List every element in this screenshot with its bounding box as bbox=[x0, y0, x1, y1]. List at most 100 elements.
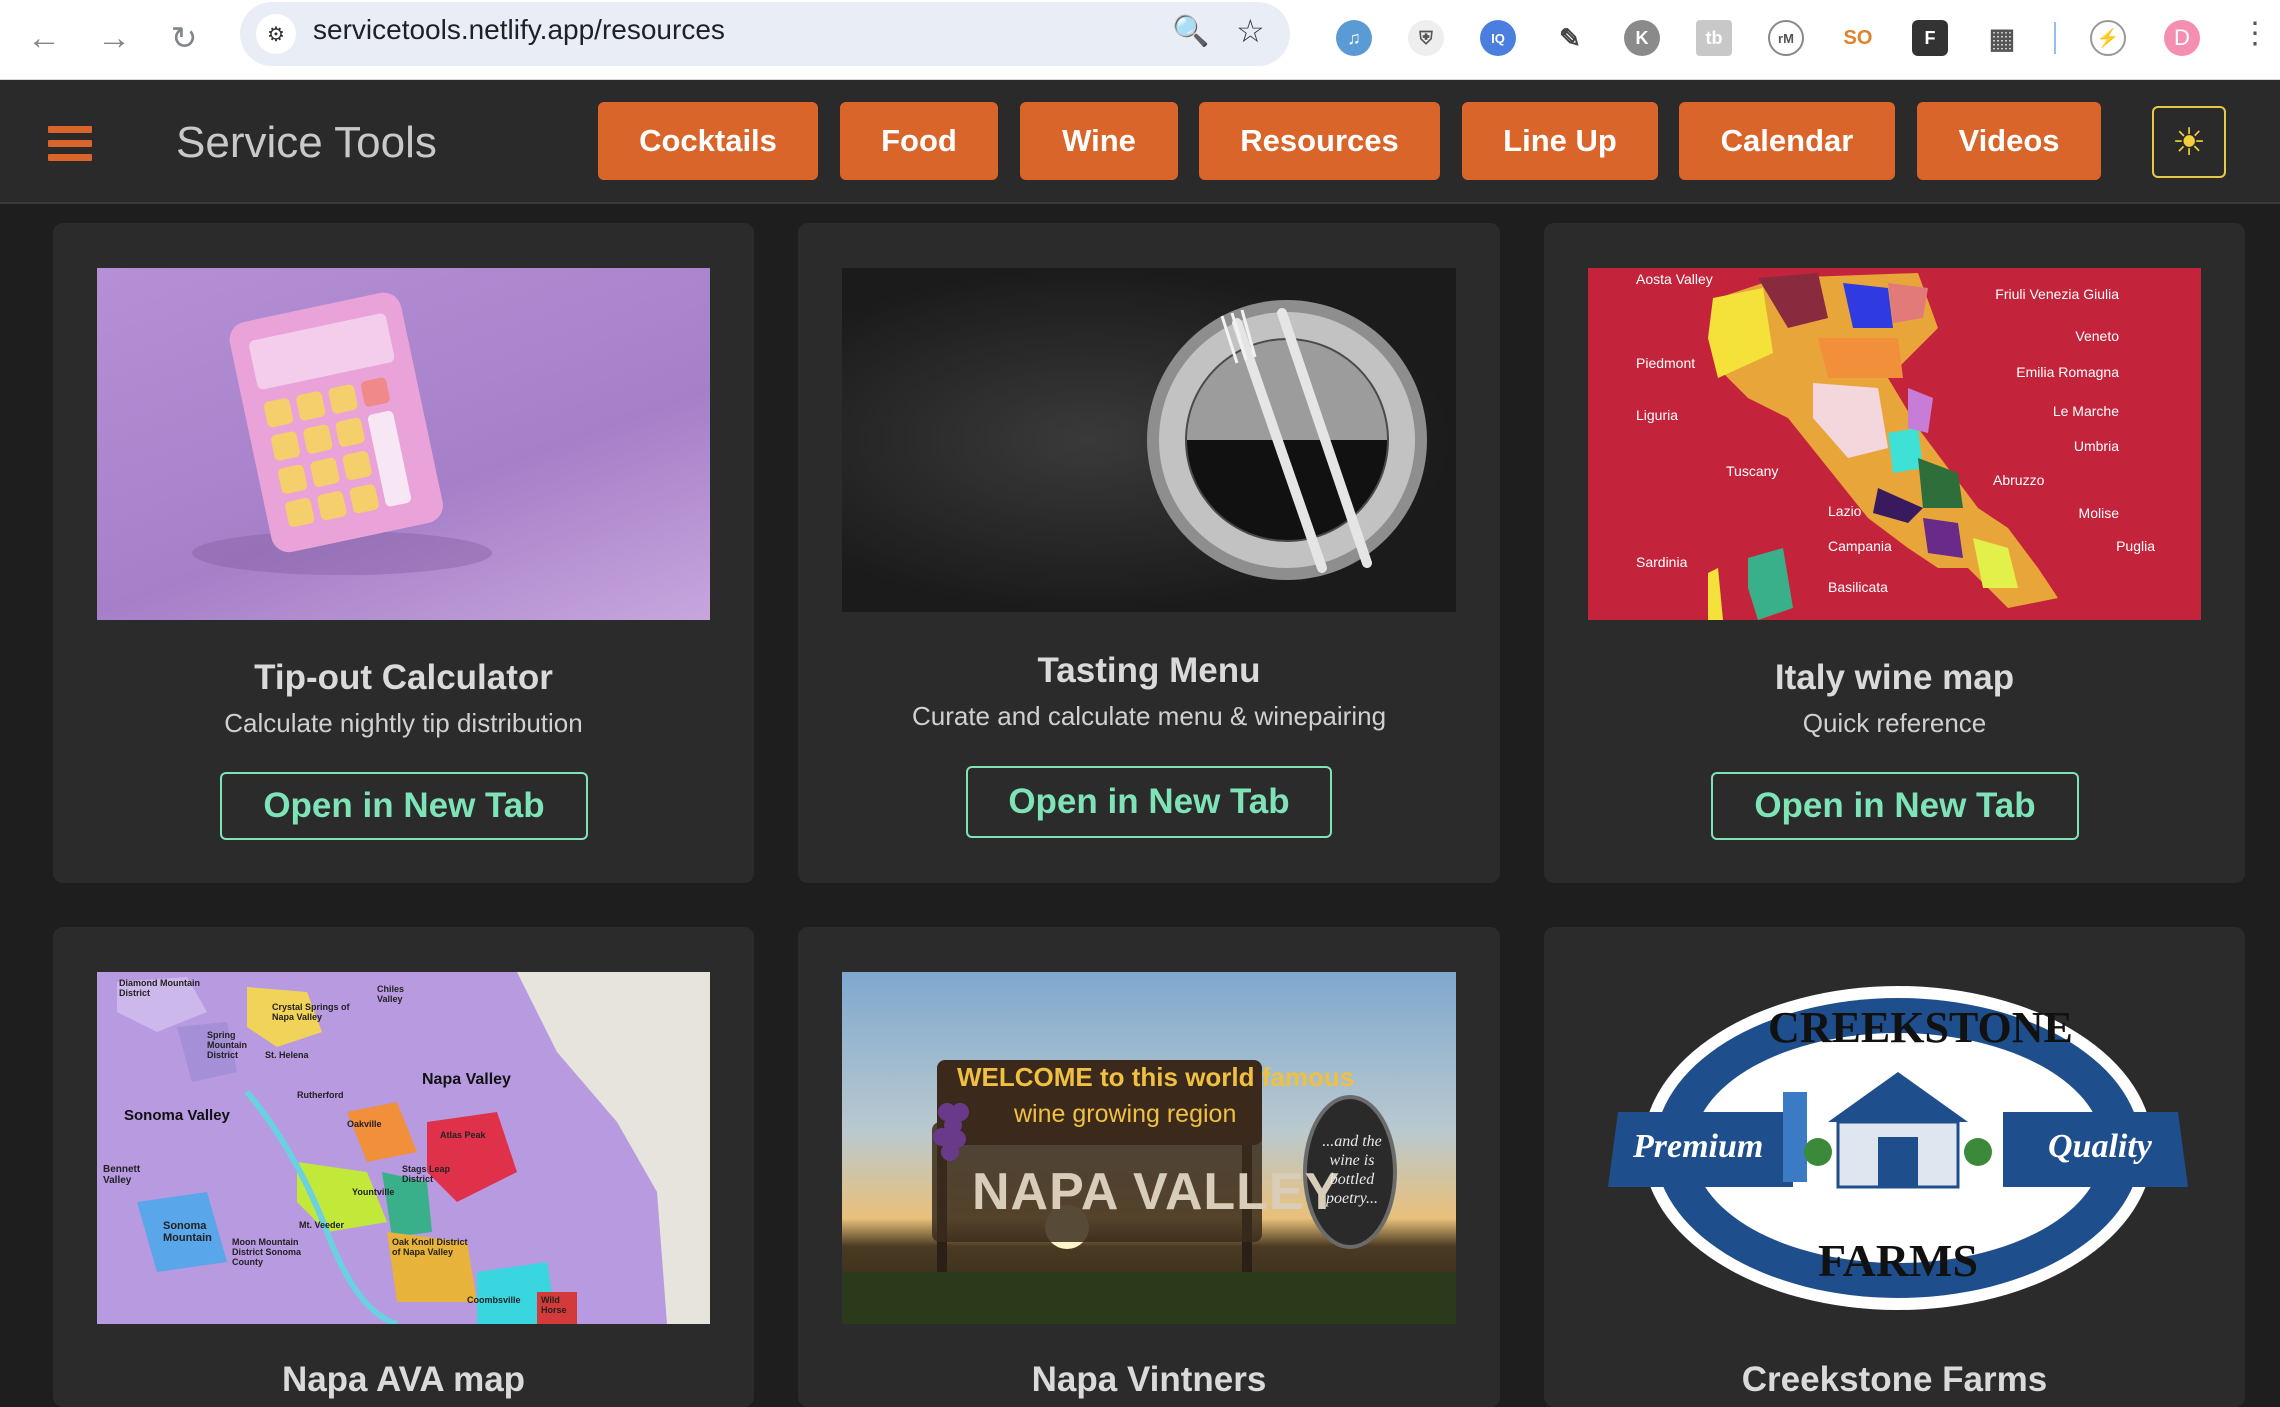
map-label: Diamond Mountain District bbox=[119, 978, 200, 998]
map-label: Basilicata bbox=[1828, 579, 1888, 595]
k-extension-icon[interactable]: K bbox=[1624, 20, 1660, 56]
map-label: Yountville bbox=[352, 1187, 395, 1197]
nav-calendar-button[interactable]: Calendar bbox=[1679, 102, 1895, 180]
map-label: Liguria bbox=[1636, 407, 1679, 423]
nav-resources-button[interactable]: Resources bbox=[1199, 102, 1440, 180]
map-label: Oakville bbox=[347, 1119, 382, 1129]
brand-title[interactable]: Service Tools bbox=[176, 118, 437, 168]
theme-toggle-sun-icon[interactable]: ☀ bbox=[2152, 106, 2226, 178]
logo-left: Premium bbox=[1633, 1128, 1764, 1165]
browser-toolbar: ← → ↻ ⚙ servicetools.netlify.app/resourc… bbox=[0, 0, 2280, 80]
map-label: Spring Mountain District bbox=[207, 1030, 247, 1060]
bookmark-star-icon[interactable]: ☆ bbox=[1236, 12, 1265, 50]
eyedropper-extension-icon[interactable]: ✎ bbox=[1552, 20, 1588, 56]
card-napa-ava-map: Diamond Mountain District Chiles Valley … bbox=[53, 927, 754, 1407]
profile-avatar[interactable]: D bbox=[2164, 20, 2200, 56]
logo-arc-bottom: FARMS bbox=[1817, 1235, 1979, 1286]
card-title: Napa Vintners bbox=[1031, 1360, 1267, 1399]
map-label: Wild Horse bbox=[541, 1295, 567, 1315]
card-title: Napa AVA map bbox=[281, 1360, 526, 1399]
logo-right: Quality bbox=[2048, 1128, 2152, 1165]
audio-extension-icon[interactable]: ♫ bbox=[1336, 20, 1372, 56]
so-extension-icon[interactable]: SO bbox=[1840, 20, 1876, 56]
card-title: Italy wine map bbox=[1774, 658, 2015, 697]
napa-valley-sign-image: WELCOME to this world famous wine growin… bbox=[842, 972, 1456, 1324]
map-label: Aosta Valley bbox=[1636, 271, 1713, 287]
open-new-tab-button[interactable]: Open in New Tab bbox=[1711, 772, 2079, 840]
map-label: Umbria bbox=[2073, 438, 2119, 454]
calculator-image bbox=[97, 268, 710, 620]
nav-food-button[interactable]: Food bbox=[840, 102, 998, 180]
map-label: Tuscany bbox=[1726, 463, 1779, 479]
rm-extension-icon[interactable]: rM bbox=[1768, 20, 1804, 56]
card-creekstone-farms: CREEKSTONE Premium Quality FARMS Creekst… bbox=[1544, 927, 2245, 1407]
map-label: Piedmont bbox=[1636, 355, 1696, 371]
url-text[interactable]: servicetools.netlify.app/resources bbox=[313, 14, 725, 46]
card-title: Tip-out Calculator bbox=[254, 658, 553, 697]
map-label: Le Marche bbox=[2052, 403, 2119, 419]
nav-cocktails-button[interactable]: Cocktails bbox=[598, 102, 818, 180]
map-label: Oak Knoll District of Napa Valley bbox=[392, 1237, 468, 1257]
map-label: Veneto bbox=[2075, 328, 2119, 344]
map-label: Molise bbox=[2078, 505, 2119, 521]
creekstone-logo-image: CREEKSTONE Premium Quality FARMS bbox=[1588, 972, 2201, 1324]
map-label: Sardinia bbox=[1636, 554, 1688, 570]
map-label: Sonoma Valley bbox=[124, 1107, 230, 1124]
map-label: Puglia bbox=[2116, 538, 2155, 554]
map-label: Emilia Romagna bbox=[2016, 364, 2119, 380]
tb-extension-icon[interactable]: tb bbox=[1696, 20, 1732, 56]
reload-icon[interactable]: ↻ bbox=[160, 14, 208, 62]
map-label: Stags Leap District bbox=[402, 1164, 451, 1184]
map-label: Lazio bbox=[1828, 503, 1862, 519]
sign-side: ...and the wine is bottled poetry... bbox=[1322, 1133, 1382, 1207]
performance-icon[interactable]: ⚡ bbox=[2090, 20, 2126, 56]
open-new-tab-button[interactable]: Open in New Tab bbox=[220, 772, 588, 840]
napa-ava-map-image: Diamond Mountain District Chiles Valley … bbox=[97, 972, 710, 1324]
sign-main: NAPA VALLEY bbox=[972, 1163, 1341, 1221]
map-label: Mt. Veeder bbox=[299, 1220, 345, 1230]
zoom-icon[interactable]: 🔍 bbox=[1172, 14, 1209, 49]
shield-extension-icon[interactable]: ⛨ bbox=[1408, 20, 1444, 56]
f-extension-icon[interactable]: F bbox=[1912, 20, 1948, 56]
card-tasting-menu: Tasting Menu Curate and calculate menu &… bbox=[798, 223, 1500, 883]
nav-wine-button[interactable]: Wine bbox=[1020, 102, 1178, 180]
open-new-tab-button[interactable]: Open in New Tab bbox=[966, 766, 1332, 838]
map-label: Sonoma Mountain bbox=[163, 1220, 212, 1244]
map-label: Moon Mountain District Sonoma County bbox=[232, 1237, 302, 1267]
map-label: Bennett Valley bbox=[103, 1164, 141, 1186]
map-label: Friuli Venezia Giulia bbox=[1995, 286, 2119, 302]
card-title: Tasting Menu bbox=[1037, 651, 1261, 690]
map-label: Napa Valley bbox=[422, 1071, 511, 1088]
map-label: Chiles Valley bbox=[377, 984, 405, 1004]
card-subtitle: Quick reference bbox=[1802, 708, 1987, 738]
italy-map-image: Aosta Valley Friuli Venezia Giulia Venet… bbox=[1588, 268, 2201, 620]
nav-lineup-button[interactable]: Line Up bbox=[1462, 102, 1658, 180]
card-subtitle: Calculate nightly tip distribution bbox=[224, 708, 583, 738]
nav-videos-button[interactable]: Videos bbox=[1917, 102, 2101, 180]
sign-line2: wine growing region bbox=[1014, 1100, 1237, 1128]
forward-icon[interactable]: → bbox=[90, 14, 138, 62]
toolbar-divider bbox=[2054, 22, 2056, 54]
site-settings-icon[interactable]: ⚙ bbox=[256, 14, 296, 54]
map-label: Coombsville bbox=[467, 1295, 521, 1305]
map-label: Abruzzo bbox=[1993, 472, 2045, 488]
card-italy-wine-map: Aosta Valley Friuli Venezia Giulia Venet… bbox=[1544, 223, 2245, 883]
map-label: St. Helena bbox=[265, 1050, 309, 1060]
map-label: Rutherford bbox=[297, 1090, 344, 1100]
logo-arc-top: CREEKSTONE bbox=[1768, 1003, 2073, 1052]
card-napa-vintners: WELCOME to this world famous wine growin… bbox=[798, 927, 1500, 1407]
extensions-puzzle-icon[interactable]: ▦ bbox=[1984, 20, 2020, 56]
plate-image bbox=[842, 268, 1456, 612]
map-label: Campania bbox=[1828, 538, 1892, 554]
card-subtitle: Curate and calculate menu & winepairing bbox=[911, 701, 1387, 731]
iq-extension-icon[interactable]: IQ bbox=[1480, 20, 1516, 56]
map-label: Atlas Peak bbox=[440, 1130, 486, 1140]
card-tipout-calculator: Tip-out Calculator Calculate nightly tip… bbox=[53, 223, 754, 883]
browser-menu-icon[interactable]: ⋮ bbox=[2240, 16, 2270, 51]
sign-line1: WELCOME to this world famous bbox=[957, 1062, 1355, 1092]
app-header: Service Tools Cocktails Food Wine Resour… bbox=[0, 80, 2280, 204]
back-icon[interactable]: ← bbox=[20, 14, 68, 62]
map-label: Crystal Springs of Napa Valley bbox=[272, 1002, 350, 1022]
card-title: Creekstone Farms bbox=[1741, 1360, 2048, 1399]
hamburger-menu-icon[interactable] bbox=[48, 126, 92, 164]
